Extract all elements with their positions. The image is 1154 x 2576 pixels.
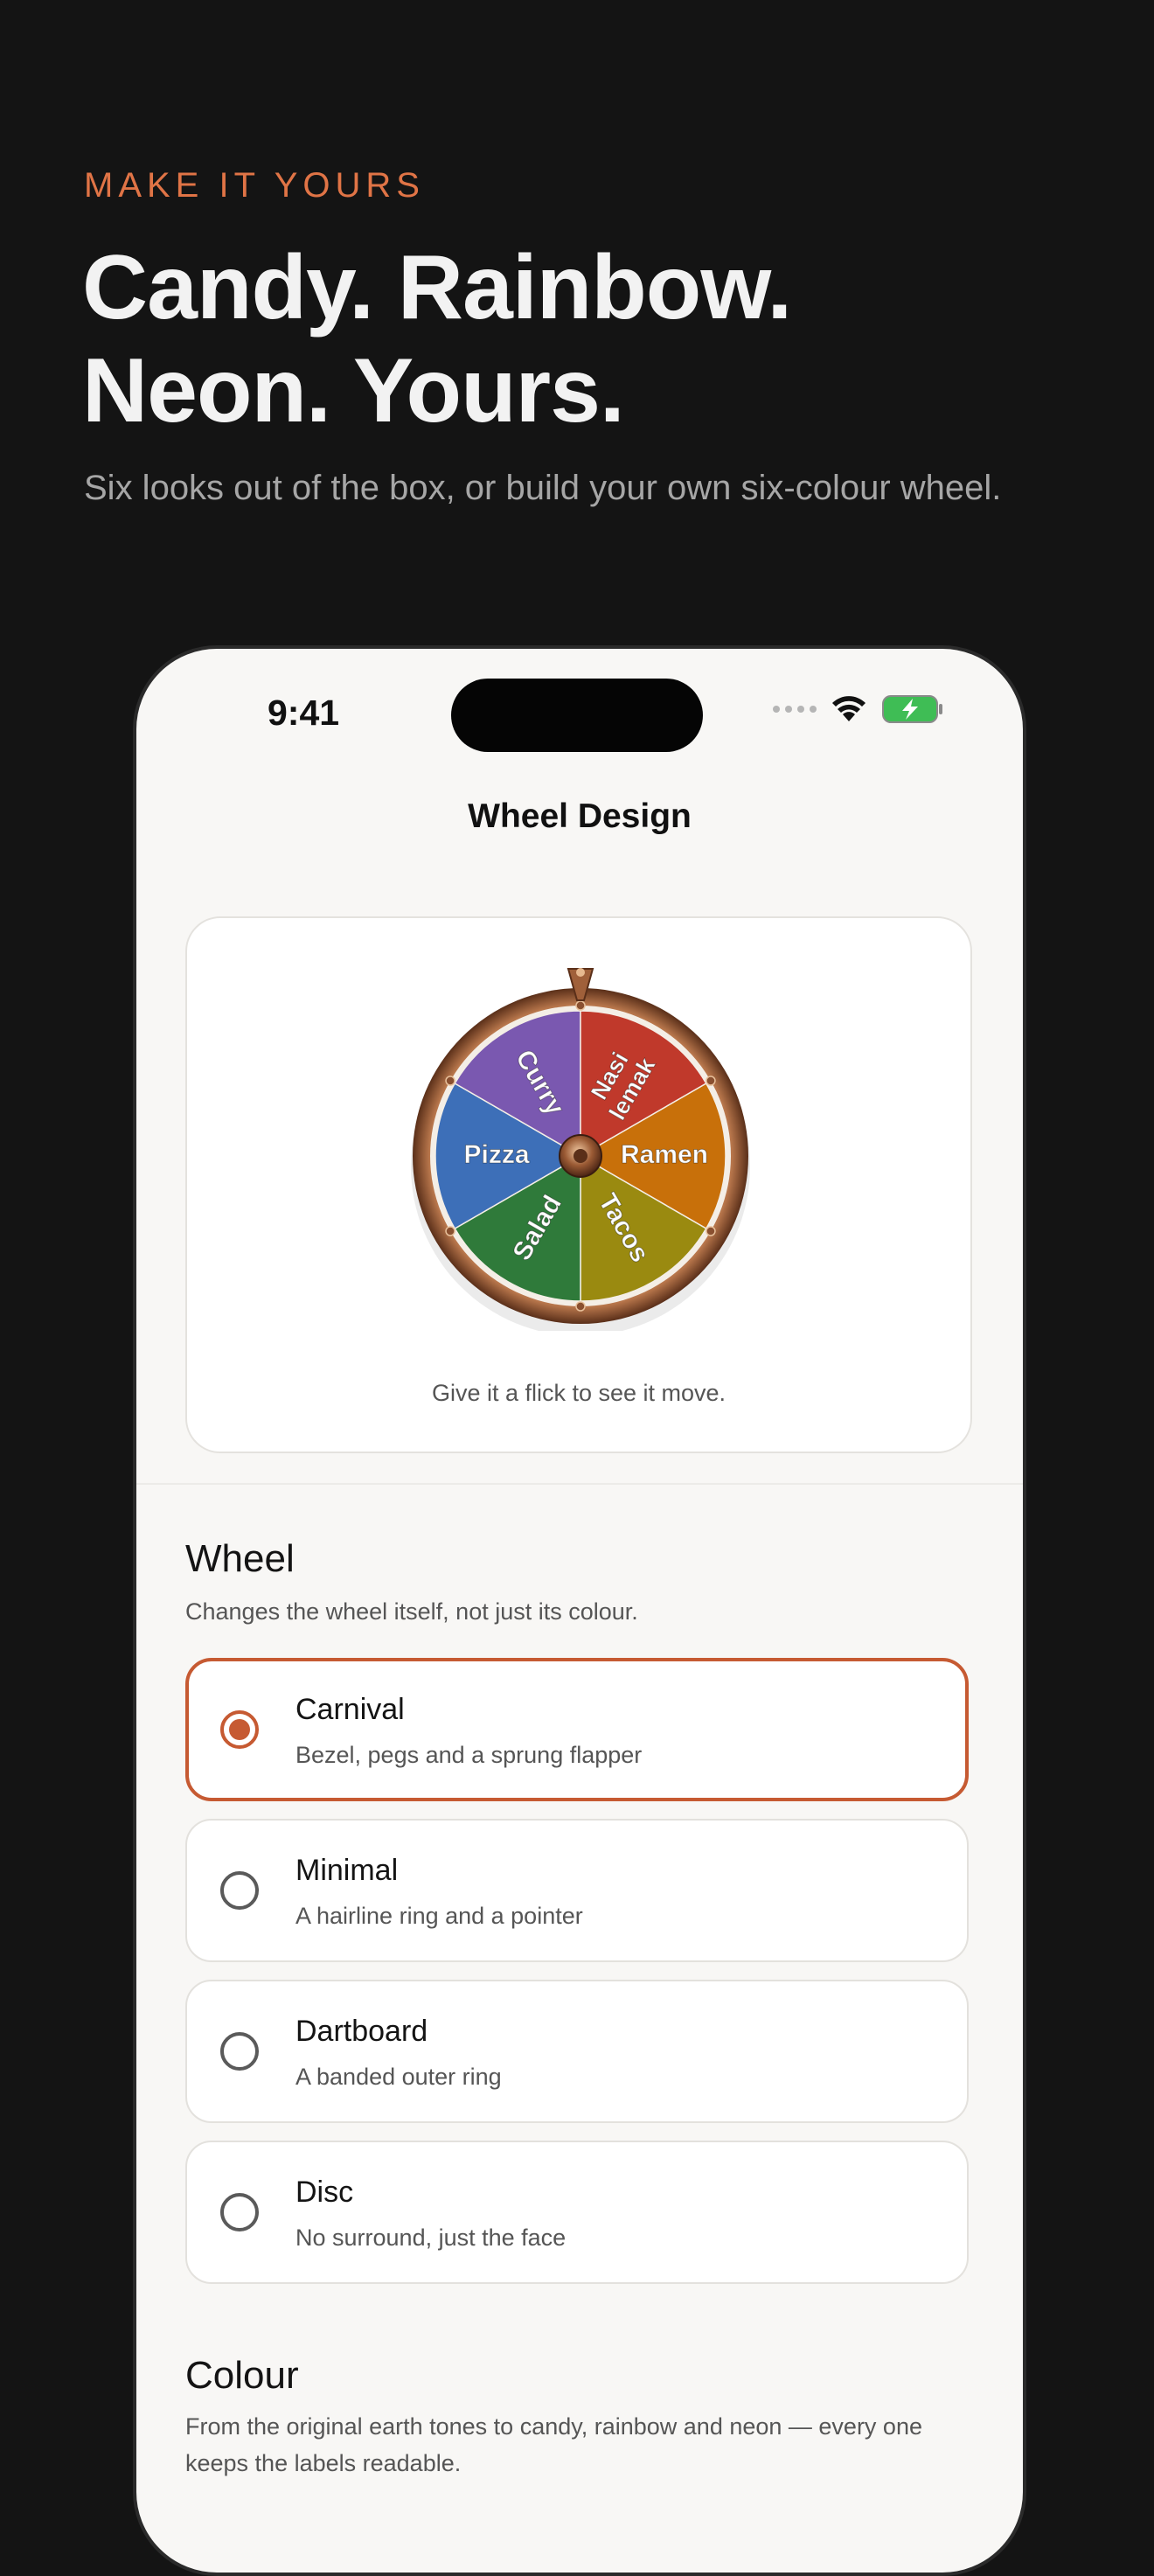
option-name: Minimal bbox=[295, 1854, 399, 1887]
phone-frame: 9:41 Wheel Design Ramen Tacos Salad Pizz… bbox=[133, 645, 1026, 2576]
wheel-section-description: Changes the wheel itself, not just its c… bbox=[185, 1598, 638, 1625]
colour-section-description: From the original earth tones to candy, … bbox=[185, 2413, 922, 2476]
preview-caption: Give it a flick to see it move. bbox=[431, 1380, 726, 1406]
wheel-segment-label: Pizza bbox=[463, 1140, 529, 1169]
wheel-peg bbox=[706, 1076, 716, 1086]
wheel-peg bbox=[445, 1226, 455, 1236]
dynamic-island bbox=[451, 679, 703, 752]
hero-title: Candy. Rainbow. Neon. Yours. bbox=[82, 236, 1088, 442]
wheel-peg bbox=[575, 1000, 586, 1011]
wheel-option-dartboard[interactable]: Dartboard A banded outer ring bbox=[185, 1980, 969, 2123]
option-name: Disc bbox=[295, 2176, 354, 2209]
radio-unselected-icon bbox=[220, 2193, 259, 2231]
status-time: 9:41 bbox=[268, 693, 340, 733]
battery-charging-icon bbox=[882, 695, 942, 723]
option-description: No surround, just the face bbox=[295, 2224, 567, 2251]
status-icons bbox=[773, 694, 944, 724]
wheel-section-title: Wheel bbox=[185, 1537, 295, 1580]
nav-title: Wheel Design bbox=[468, 797, 692, 835]
option-description: A hairline ring and a pointer bbox=[295, 1903, 583, 1929]
radio-selected-icon bbox=[220, 1710, 259, 1749]
wheel-peg bbox=[445, 1076, 455, 1086]
wheel-segment-label: Ramen bbox=[621, 1140, 708, 1169]
option-name: Carnival bbox=[295, 1693, 405, 1726]
option-description: Bezel, pegs and a sprung flapper bbox=[295, 1742, 643, 1768]
option-description: A banded outer ring bbox=[295, 2064, 502, 2090]
cellular-signal-icon bbox=[773, 706, 817, 713]
wheel-peg bbox=[706, 1226, 716, 1236]
hero-eyebrow: MAKE IT YOURS bbox=[84, 166, 425, 205]
hero-title-line-2: Neon. Yours. bbox=[82, 340, 625, 442]
radio-unselected-icon bbox=[220, 2032, 259, 2071]
wheel-option-disc[interactable]: Disc No surround, just the face bbox=[185, 2141, 969, 2284]
wheel-hub-center bbox=[574, 1149, 587, 1163]
wheel-flapper-pin bbox=[576, 968, 585, 977]
hero-subtitle: Six looks out of the box, or build your … bbox=[84, 469, 1002, 507]
section-divider bbox=[136, 1483, 1023, 1485]
wheel-option-carnival[interactable]: Carnival Bezel, pegs and a sprung flappe… bbox=[185, 1658, 969, 1801]
option-name: Dartboard bbox=[295, 2015, 428, 2048]
hero-title-line-1: Candy. Rainbow. bbox=[82, 237, 792, 338]
wifi-icon bbox=[832, 696, 866, 721]
radio-unselected-icon bbox=[220, 1871, 259, 1910]
wheel-peg bbox=[575, 1301, 586, 1312]
colour-section-title: Colour bbox=[185, 2354, 299, 2397]
wheel-option-minimal[interactable]: Minimal A hairline ring and a pointer bbox=[185, 1819, 969, 1962]
spin-wheel[interactable]: RamenTacosSaladPizzaCurry Nasilemak bbox=[406, 964, 755, 1331]
wheel-preview-card: Ramen Tacos Salad Pizza Curry Nasilemak Give … bbox=[185, 916, 972, 1453]
